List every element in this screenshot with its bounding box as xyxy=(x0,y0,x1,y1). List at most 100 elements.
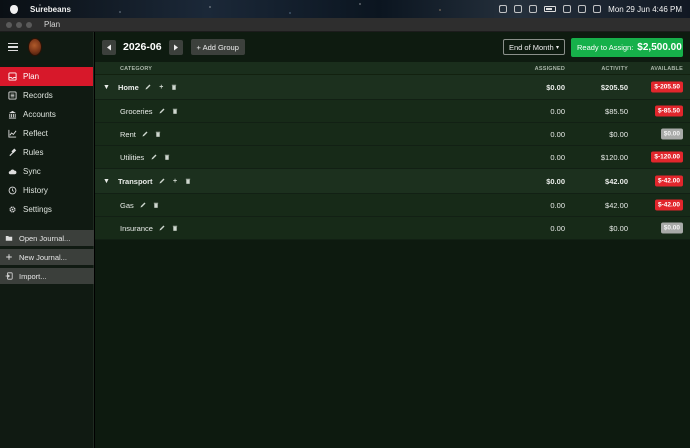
ready-to-assign-label: Ready to Assign: xyxy=(577,43,634,52)
category-row[interactable]: Insurance 0.00 $0.00 $0.00 xyxy=(95,217,690,240)
period-select[interactable]: End of Month ▾ xyxy=(503,39,565,55)
column-header-activity[interactable]: ACTIVITY xyxy=(601,66,628,72)
edit-pencil-icon[interactable] xyxy=(140,202,147,209)
edit-pencil-icon[interactable] xyxy=(159,225,166,232)
next-month-button[interactable] xyxy=(168,39,183,55)
activity-value: $205.50 xyxy=(600,82,628,92)
assigned-value[interactable]: 0.00 xyxy=(550,123,565,145)
gavel-icon xyxy=(8,148,17,157)
column-header-assigned[interactable]: ASSIGNED xyxy=(535,66,565,72)
gear-icon xyxy=(8,205,17,214)
activity-value: $0.00 xyxy=(609,129,628,139)
add-category-icon[interactable]: + xyxy=(158,84,165,91)
menu-app-name[interactable]: Surebeans xyxy=(30,5,71,14)
column-header-available[interactable]: AVAILABLE xyxy=(651,66,683,72)
assigned-value[interactable]: 0.00 xyxy=(550,194,565,216)
menu-bar: Surebeans Mon 29 Jun 4:46 PM xyxy=(0,0,690,18)
category-name[interactable]: Gas xyxy=(120,201,134,210)
edit-pencil-icon[interactable] xyxy=(142,131,149,138)
row-name-cell: Rent xyxy=(120,123,162,145)
row-name-cell: ▼ Transport + xyxy=(103,169,192,193)
sidebar-item-plan[interactable]: Plan xyxy=(0,67,93,86)
hamburger-menu-icon[interactable] xyxy=(8,43,18,51)
sidebar-item-settings[interactable]: Settings xyxy=(0,200,93,219)
edit-pencil-icon[interactable] xyxy=(145,84,152,91)
row-name-cell: Groceries xyxy=(120,100,179,122)
available-badge[interactable]: $-120.00 xyxy=(651,151,683,163)
import-button[interactable]: Import... xyxy=(0,268,94,284)
sidebar-item-accounts[interactable]: Accounts xyxy=(0,105,93,124)
control-center-icon[interactable] xyxy=(593,5,602,13)
sidebar-item-sync[interactable]: Sync xyxy=(0,162,93,181)
sidebar-item-label: Settings xyxy=(23,205,52,214)
group-name[interactable]: Transport xyxy=(118,177,153,186)
battery-icon[interactable] xyxy=(544,6,557,12)
group-name[interactable]: Home xyxy=(118,83,139,92)
zoom-window-button[interactable] xyxy=(26,21,32,28)
collapse-triangle-icon[interactable]: ▼ xyxy=(103,178,110,185)
add-group-button[interactable]: + Add Group xyxy=(190,39,245,55)
sidebar-item-records[interactable]: Records xyxy=(0,86,93,105)
assigned-value[interactable]: 0.00 xyxy=(550,217,565,239)
edit-pencil-icon[interactable] xyxy=(159,108,166,115)
search-icon[interactable] xyxy=(578,5,587,13)
category-row[interactable]: Groceries 0.00 $85.50 $-85.50 xyxy=(95,100,690,123)
edit-pencil-icon[interactable] xyxy=(159,178,166,185)
new-journal-button[interactable]: New Journal... xyxy=(0,249,94,265)
wifi-icon[interactable] xyxy=(563,5,572,13)
category-row[interactable]: Utilities 0.00 $120.00 $-120.00 xyxy=(95,146,690,169)
apple-icon[interactable] xyxy=(10,4,18,14)
collapse-triangle-icon[interactable]: ▼ xyxy=(103,84,110,91)
delete-trash-icon[interactable] xyxy=(172,225,179,232)
period-select-value: End of Month xyxy=(509,42,554,52)
category-name[interactable]: Insurance xyxy=(120,224,153,233)
history-icon xyxy=(8,186,17,195)
category-name[interactable]: Groceries xyxy=(120,107,153,116)
activity-value: $42.00 xyxy=(605,176,628,186)
category-name[interactable]: Utilities xyxy=(120,153,144,162)
minimize-window-button[interactable] xyxy=(16,21,22,28)
edit-pencil-icon[interactable] xyxy=(150,154,157,161)
status-icon[interactable] xyxy=(529,5,538,13)
delete-trash-icon[interactable] xyxy=(185,178,192,185)
sidebar-item-label: Sync xyxy=(23,167,41,176)
category-row[interactable]: Rent 0.00 $0.00 $0.00 xyxy=(95,123,690,146)
open-journal-button[interactable]: Open Journal... xyxy=(0,230,94,246)
available-badge[interactable]: $-205.50 xyxy=(651,81,683,93)
delete-trash-icon[interactable] xyxy=(163,154,170,161)
available-badge[interactable]: $0.00 xyxy=(660,128,683,140)
ready-to-assign-button[interactable]: Ready to Assign: $2,500.00 xyxy=(571,38,683,57)
sidebar-item-history[interactable]: History xyxy=(0,181,93,200)
delete-trash-icon[interactable] xyxy=(171,84,178,91)
available-badge[interactable]: $-85.50 xyxy=(654,105,683,117)
delete-trash-icon[interactable] xyxy=(155,131,162,138)
available-badge[interactable]: $-42.00 xyxy=(654,175,683,187)
activity-value: $0.00 xyxy=(609,223,628,233)
status-icon[interactable] xyxy=(514,5,523,13)
row-name-cell: Insurance xyxy=(120,217,179,239)
app-logo xyxy=(28,38,42,56)
assigned-value[interactable]: 0.00 xyxy=(550,100,565,122)
add-category-icon[interactable]: + xyxy=(172,178,179,185)
group-row[interactable]: ▼ Transport + $0.00 $42.00 $-42.00 xyxy=(95,169,690,194)
available-badge[interactable]: $0.00 xyxy=(660,222,683,234)
group-row[interactable]: ▼ Home + $0.00 $205.50 $-205.50 xyxy=(95,75,690,100)
close-window-button[interactable] xyxy=(6,21,12,28)
menu-clock[interactable]: Mon 29 Jun 4:46 PM xyxy=(608,5,682,14)
available-badge[interactable]: $-42.00 xyxy=(654,199,683,211)
status-icon[interactable] xyxy=(499,5,508,13)
chevron-down-icon: ▾ xyxy=(555,44,559,51)
previous-month-button[interactable] xyxy=(102,39,116,55)
sidebar-item-rules[interactable]: Rules xyxy=(0,143,93,162)
sidebar-item-label: Records xyxy=(23,91,53,100)
chart-icon xyxy=(8,129,17,138)
window-titlebar: Plan xyxy=(0,18,690,32)
assigned-value[interactable]: 0.00 xyxy=(550,146,565,168)
cloud-icon xyxy=(8,167,17,176)
category-name[interactable]: Rent xyxy=(120,130,136,139)
sidebar-item-reflect[interactable]: Reflect xyxy=(0,124,93,143)
category-row[interactable]: Gas 0.00 $42.00 $-42.00 xyxy=(95,194,690,217)
delete-trash-icon[interactable] xyxy=(153,202,160,209)
delete-trash-icon[interactable] xyxy=(172,108,179,115)
column-header-category[interactable]: CATEGORY xyxy=(120,66,152,72)
